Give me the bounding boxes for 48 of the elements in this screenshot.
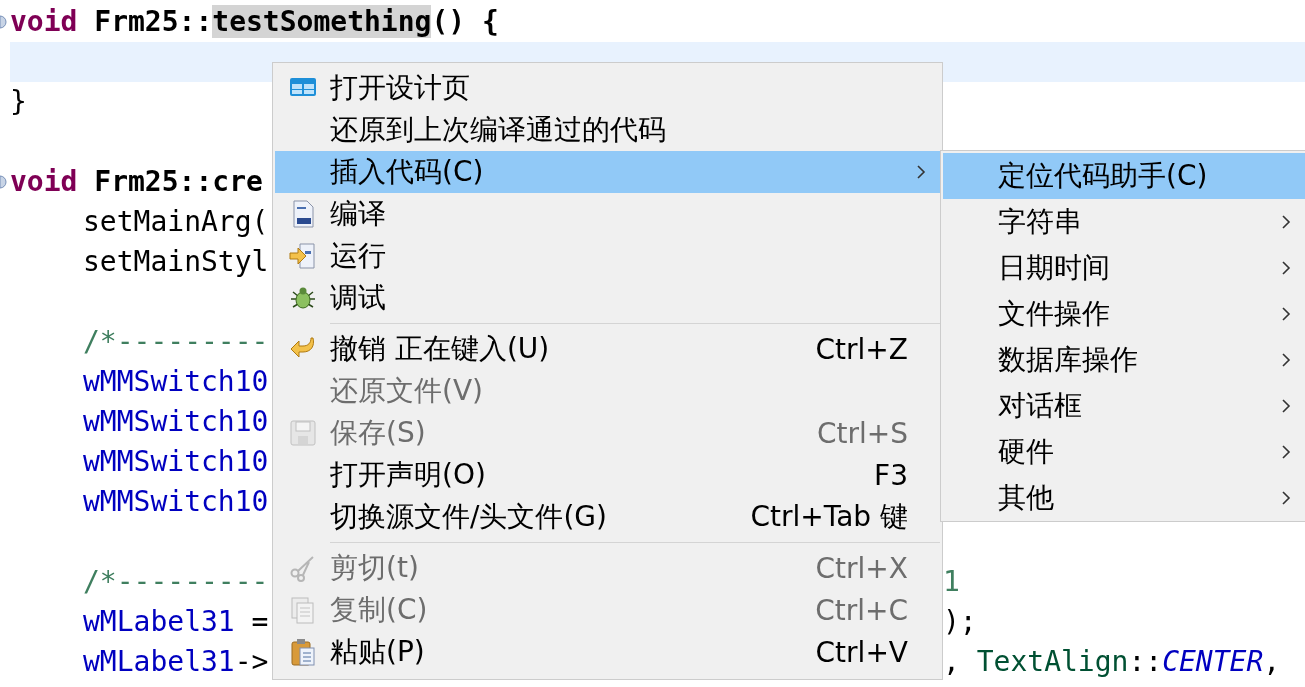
menu-item[interactable]: 粘贴(P) Ctrl+V [275,631,940,673]
code-line: /*--------- [83,565,269,599]
arrow-document-icon [288,242,317,270]
code-line: wMMSwitch10 [83,365,269,399]
chevron-right-icon [916,164,926,180]
code-line: void Frm25::testSomething() { [10,5,499,39]
menu-item[interactable]: 日期时间 [943,245,1305,291]
code-line: wMMSwitch10 [83,405,269,439]
menu-item[interactable]: 调试 [275,277,940,319]
menu-item[interactable]: 编译 [275,193,940,235]
code-line: } [10,85,27,119]
floppy-icon [288,419,317,447]
fold-icon[interactable] [0,15,7,29]
menu-item[interactable]: 文件操作 [943,291,1305,337]
chevron-right-icon [1281,352,1291,368]
code-line: void Frm25::cre [10,165,263,199]
menu-item[interactable]: 其他 [943,475,1305,521]
code-line: setMainStyl [83,245,269,279]
menu-item[interactable]: 切换源文件/头文件(G) Ctrl+Tab 键 [275,496,940,538]
chevron-right-icon [1281,490,1291,506]
code-line: wMMSwitch10 [83,485,269,519]
chevron-right-icon [1281,260,1291,276]
code-line: wMMSwitch10 [83,445,269,479]
menu-item[interactable]: 撤销 正在键入(U) Ctrl+Z [275,328,940,370]
code-line: 1 [943,565,960,599]
chevron-right-icon [1281,306,1291,322]
code-line: wMLabel31 = [83,605,269,639]
menu-item[interactable]: 定位代码助手(C) [943,153,1305,199]
menu-item[interactable]: 数据库操作 [943,337,1305,383]
menu-item[interactable]: 打开声明(O) F3 [275,454,940,496]
chevron-right-icon [1281,214,1291,230]
menu-item[interactable]: 运行 [275,235,940,277]
menu-item[interactable]: 打开设计页 [275,67,940,109]
menu-item[interactable]: 插入代码(C) [275,151,940,193]
chevron-right-icon [1281,444,1291,460]
clipboard-icon [288,638,317,666]
fold-icon[interactable] [0,175,7,189]
menu-item[interactable]: 对话框 [943,383,1305,429]
code-line: ); [943,605,977,639]
chevron-right-icon [1281,398,1291,414]
code-line: wMLabel31-> [83,645,269,679]
menu-item[interactable]: 硬件 [943,429,1305,475]
code-line: , TextAlign::CENTER, [943,645,1281,679]
copy-icon [288,596,317,624]
menu-item[interactable]: 还原到上次编译通过的代码 [275,109,940,151]
code-line: /*--------- [83,325,269,359]
code-line: setMainArg( [83,205,269,239]
menu-item[interactable]: 字符串 [943,199,1305,245]
